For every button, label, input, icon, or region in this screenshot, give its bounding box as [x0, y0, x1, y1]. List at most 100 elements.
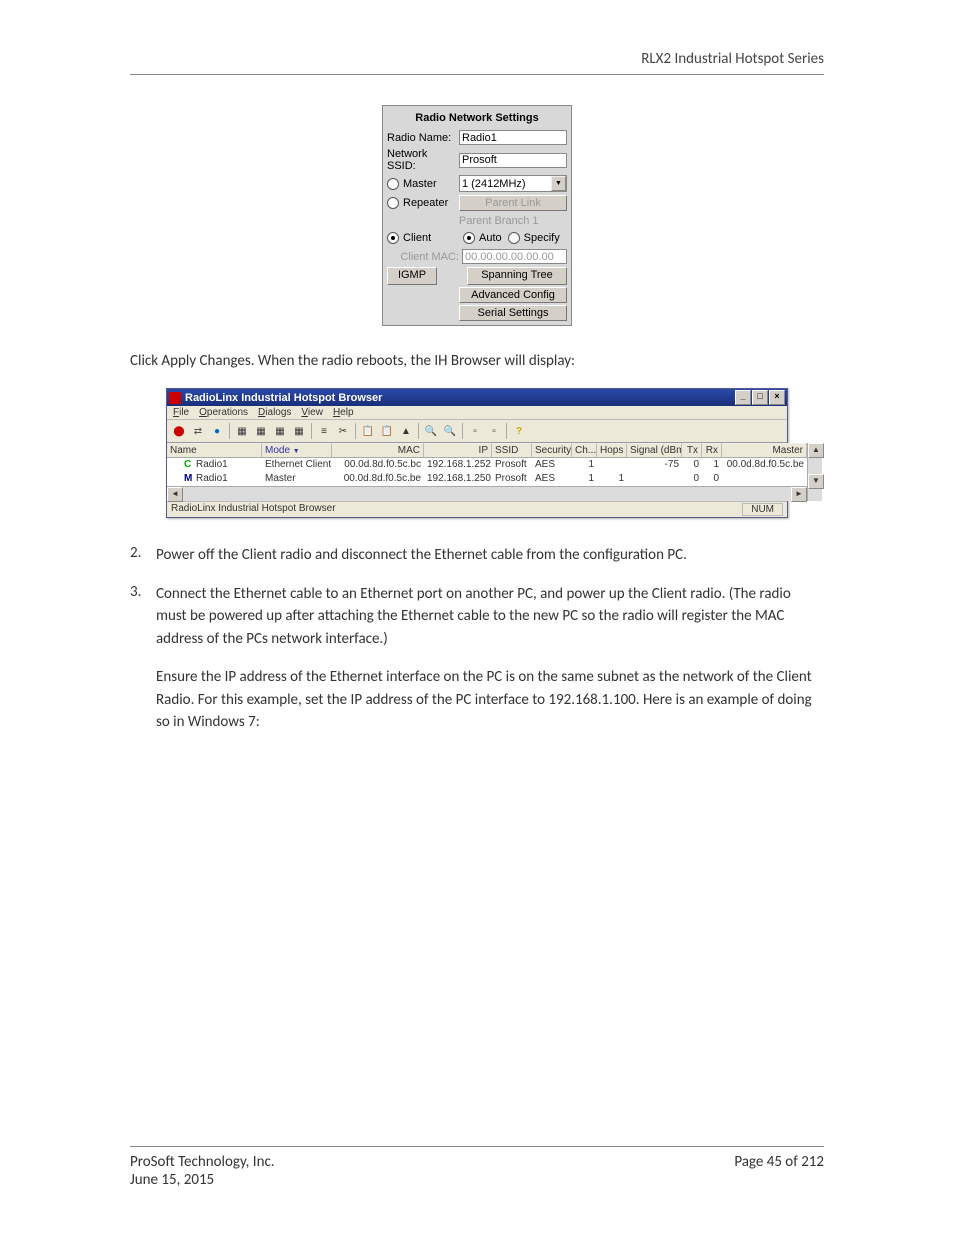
zoom-in-icon[interactable]: 🔍	[422, 422, 440, 440]
menu-view[interactable]: View	[301, 407, 323, 418]
toolbar-icon[interactable]: 📋	[378, 422, 396, 440]
vertical-scrollbar[interactable]: ▲ ▼	[807, 443, 822, 501]
instruction-text: Click Apply Changes. When the radio rebo…	[130, 352, 824, 370]
scroll-left-icon[interactable]: ◄	[167, 487, 183, 502]
client-mac-input: 00.00.00.00.00.00	[462, 249, 567, 264]
cell-rx: 1	[702, 458, 722, 472]
col-security[interactable]: Security	[532, 443, 572, 457]
cell-master: 00.0d.8d.f0.5c.be	[722, 458, 807, 472]
toolbar-icon[interactable]: ▦	[290, 422, 308, 440]
auto-radio[interactable]	[463, 232, 475, 244]
master-label: Master	[403, 178, 437, 190]
toolbar-icon[interactable]: ●	[208, 422, 226, 440]
toolbar-icon[interactable]: 📋	[359, 422, 377, 440]
toolbar-icon[interactable]: ▫	[485, 422, 503, 440]
cell-ssid: Prosoft	[492, 458, 532, 472]
menu-file[interactable]: File	[173, 407, 189, 418]
cell-tx: 0	[682, 472, 702, 486]
cell-hops: 1	[597, 472, 627, 486]
cell-ip: 192.168.1.250	[424, 472, 492, 486]
ssid-input[interactable]: Prosoft	[459, 153, 567, 168]
toolbar-icon[interactable]: ≡	[315, 422, 333, 440]
close-icon[interactable]: ×	[769, 390, 785, 405]
step-number: 3.	[130, 583, 156, 651]
chevron-down-icon[interactable]: ▼	[551, 176, 566, 191]
toolbar-icon[interactable]: ▦	[252, 422, 270, 440]
statusbar-text: RadioLinx Industrial Hotspot Browser	[171, 503, 336, 516]
minimize-icon[interactable]: _	[735, 390, 751, 405]
cell-mode: Master	[262, 472, 332, 486]
parent-branch-text: Parent Branch 1	[459, 214, 539, 228]
toolbar: ⬤ ⇄ ● ▦ ▦ ▦ ▦ ≡ ✂ 📋 📋 ▲ 🔍 🔍 ▫ ▫ ?	[167, 420, 787, 443]
menu-operations[interactable]: Operations	[199, 407, 248, 418]
col-rx[interactable]: Rx	[702, 443, 722, 457]
toolbar-icon[interactable]: ⇄	[189, 422, 207, 440]
specify-radio[interactable]	[508, 232, 520, 244]
window-title: RadioLinx Industrial Hotspot Browser	[185, 392, 735, 404]
menu-dialogs[interactable]: Dialogs	[258, 407, 291, 418]
page-header: RLX2 Industrial Hotspot Series	[130, 50, 824, 75]
igmp-button[interactable]: IGMP	[387, 267, 437, 285]
col-ch[interactable]: Ch...	[572, 443, 597, 457]
col-tx[interactable]: Tx	[682, 443, 702, 457]
horizontal-scrollbar[interactable]: ◄ ►	[167, 486, 807, 501]
col-ip[interactable]: IP	[424, 443, 492, 457]
channel-value: 1 (2412MHz)	[462, 178, 526, 190]
toolbar-icon[interactable]: ▫	[466, 422, 484, 440]
cell-name: Radio1	[196, 473, 228, 484]
maximize-icon[interactable]: □	[752, 390, 768, 405]
client-icon: C	[184, 459, 194, 470]
col-ssid[interactable]: SSID	[492, 443, 532, 457]
table-row[interactable]: CRadio1 Ethernet Client 00.0d.8d.f0.5c.b…	[167, 458, 807, 472]
cell-mode: Ethernet Client	[262, 458, 332, 472]
spanning-tree-button[interactable]: Spanning Tree	[467, 267, 567, 285]
footer-page: Page 45 of 212	[734, 1153, 824, 1189]
cell-signal: -75	[627, 458, 682, 472]
scroll-up-icon[interactable]: ▲	[808, 443, 824, 458]
col-signal[interactable]: Signal (dBm)	[627, 443, 682, 457]
scroll-right-icon[interactable]: ►	[791, 487, 807, 502]
channel-select[interactable]: 1 (2412MHz) ▼	[459, 175, 567, 192]
settings-title: Radio Network Settings	[387, 112, 567, 124]
master-icon: M	[184, 473, 194, 484]
scroll-down-icon[interactable]: ▼	[808, 474, 824, 489]
toolbar-icon[interactable]: ▦	[271, 422, 289, 440]
specify-label: Specify	[524, 232, 560, 244]
step-text: Power off the Client radio and disconnec…	[156, 544, 824, 567]
col-name[interactable]: Name	[167, 443, 262, 457]
zoom-out-icon[interactable]: 🔍	[441, 422, 459, 440]
advanced-config-button[interactable]: Advanced Config	[459, 287, 567, 303]
cell-ch: 1	[572, 472, 597, 486]
statusbar: RadioLinx Industrial Hotspot Browser NUM	[167, 501, 787, 517]
ih-browser-window: RadioLinx Industrial Hotspot Browser _ □…	[166, 388, 788, 518]
titlebar: RadioLinx Industrial Hotspot Browser _ □…	[167, 389, 787, 406]
table-row[interactable]: MRadio1 Master 00.0d.8d.f0.5c.be 192.168…	[167, 472, 807, 486]
help-icon[interactable]: ?	[510, 422, 528, 440]
toolbar-icon[interactable]: ✂	[334, 422, 352, 440]
col-hops[interactable]: Hops	[597, 443, 627, 457]
cell-signal	[627, 472, 682, 486]
client-label: Client	[403, 232, 431, 244]
cell-rx: 0	[702, 472, 722, 486]
col-mac[interactable]: MAC	[332, 443, 424, 457]
col-mode[interactable]: Mode ▼	[262, 443, 332, 457]
menubar: File Operations Dialogs View Help	[167, 406, 787, 420]
cell-security: AES	[532, 458, 572, 472]
radio-name-input[interactable]: Radio1	[459, 130, 567, 145]
cell-ip: 192.168.1.252	[424, 458, 492, 472]
step-text: Connect the Ethernet cable to an Etherne…	[156, 583, 824, 651]
col-master[interactable]: Master	[722, 443, 807, 457]
statusbar-num: NUM	[742, 503, 783, 516]
toolbar-icon[interactable]: ⬤	[170, 422, 188, 440]
client-radio[interactable]	[387, 232, 399, 244]
serial-settings-button[interactable]: Serial Settings	[459, 305, 567, 321]
master-radio[interactable]	[387, 178, 399, 190]
repeater-radio[interactable]	[387, 197, 399, 209]
parent-link-button: Parent Link	[459, 195, 567, 211]
toolbar-icon[interactable]: ▦	[233, 422, 251, 440]
cell-tx: 0	[682, 458, 702, 472]
app-icon	[169, 392, 181, 404]
cell-ch: 1	[572, 458, 597, 472]
menu-help[interactable]: Help	[333, 407, 354, 418]
toolbar-icon[interactable]: ▲	[397, 422, 415, 440]
